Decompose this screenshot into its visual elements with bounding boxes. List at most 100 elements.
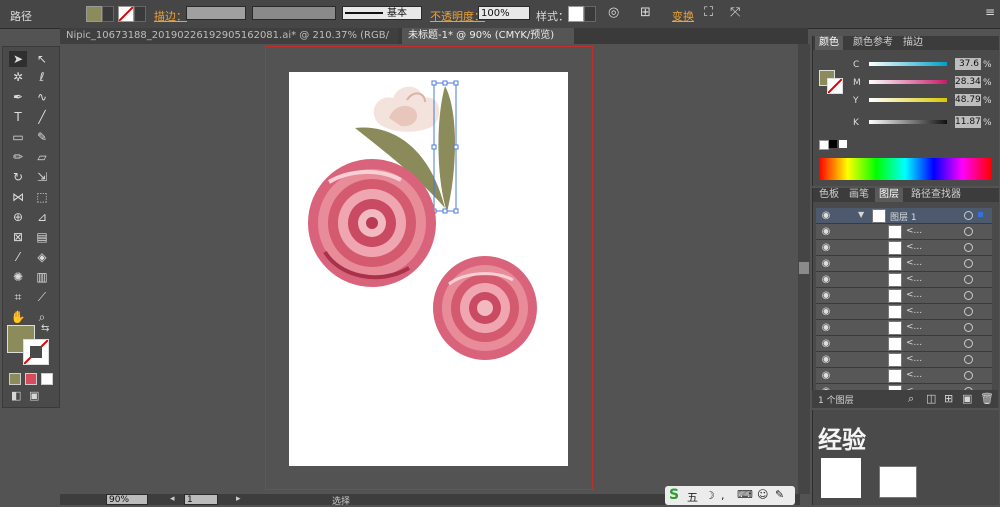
document-tab-1[interactable]: Nipic_10673188_20190226192905162081.ai* … <box>60 28 398 57</box>
yellow-value[interactable]: 48.79 <box>955 94 981 106</box>
sublayer-name[interactable]: <... <box>906 322 922 332</box>
eye-icon[interactable]: ◉ <box>820 288 832 303</box>
graphic-style-dropdown[interactable] <box>584 6 596 22</box>
new-layer-icon[interactable]: ▣ <box>962 392 972 405</box>
sublayer-row[interactable]: ◉ <... <box>816 320 992 336</box>
none-color-button[interactable] <box>819 140 829 150</box>
symbol-sprayer-tool-icon[interactable]: ✺ <box>9 269 27 285</box>
sublayer-name[interactable]: <... <box>906 354 922 364</box>
layer-name[interactable]: 图层 1 <box>890 210 917 223</box>
transform-label[interactable]: 变换 <box>672 8 694 24</box>
scrollbar-thumb[interactable] <box>799 262 809 274</box>
artboard-number-field[interactable]: 1 <box>184 494 218 505</box>
eraser-tool-icon[interactable]: ▱ <box>33 149 51 165</box>
next-artboard-icon[interactable]: ▸ <box>236 494 241 504</box>
pencil-tool-icon[interactable]: ✏ <box>9 149 27 165</box>
eye-icon[interactable]: ◉ <box>820 320 832 335</box>
sublayer-name[interactable]: <... <box>906 338 922 348</box>
rectangle-tool-icon[interactable]: ▭ <box>9 129 27 145</box>
lasso-tool-icon[interactable]: ℓ <box>33 69 51 85</box>
cyan-slider-row[interactable]: C 37.6 % <box>853 58 993 76</box>
vertical-scrollbar[interactable] <box>798 44 810 494</box>
sublayer-row[interactable]: ◉ <... <box>816 288 992 304</box>
pen-tool-icon[interactable]: ✒ <box>9 89 27 105</box>
yellow-slider-row[interactable]: Y 48.79 % <box>853 94 993 112</box>
cyan-slider[interactable] <box>869 62 947 66</box>
swap-colors-icon[interactable]: ⇆ <box>41 323 49 334</box>
shape-builder-tool-icon[interactable]: ⊕ <box>9 209 27 225</box>
eye-icon[interactable]: ◉ <box>820 368 832 383</box>
white-blossom[interactable] <box>373 86 440 132</box>
target-icon[interactable] <box>964 339 973 348</box>
sublayer-row[interactable]: ◉ <... <box>816 224 992 240</box>
input-mode-label[interactable]: 五 <box>687 489 698 505</box>
target-icon[interactable] <box>964 323 973 332</box>
gradient-tool-icon[interactable]: ▤ <box>33 229 51 245</box>
sublayer-row[interactable]: ◉ <... <box>816 368 992 384</box>
yellow-slider[interactable] <box>869 98 947 102</box>
moon-icon[interactable]: ☽ <box>705 489 715 502</box>
mask-thumbnail[interactable] <box>879 466 917 498</box>
tab-swatches[interactable]: 色板 <box>815 188 843 202</box>
sublayer-row[interactable]: ◉ <... <box>816 336 992 352</box>
eye-icon[interactable]: ◉ <box>820 240 832 255</box>
rotate-tool-icon[interactable]: ↻ <box>9 169 27 185</box>
stroke-color-box[interactable] <box>23 339 49 365</box>
delete-layer-icon[interactable]: 🗑 <box>980 392 994 405</box>
tab-pathfinder[interactable]: 路径查找器 <box>907 188 965 202</box>
blend-tool-icon[interactable]: ◈ <box>33 249 51 265</box>
target-icon[interactable] <box>964 307 973 316</box>
large-rose[interactable] <box>308 159 436 287</box>
target-icon[interactable] <box>964 291 973 300</box>
magenta-slider[interactable] <box>869 80 947 84</box>
eye-icon[interactable]: ◉ <box>820 304 832 319</box>
tab-stroke[interactable]: 描边 <box>899 36 927 50</box>
target-icon[interactable] <box>964 371 973 380</box>
width-tool-icon[interactable]: ⋈ <box>9 189 27 205</box>
zoom-field[interactable]: 90% <box>106 494 148 505</box>
make-clipping-mask-icon[interactable]: ◫ <box>926 392 936 405</box>
panel-menu-icon[interactable]: ≡ <box>985 5 995 19</box>
slice-tool-icon[interactable]: ⟋ <box>33 289 51 305</box>
artboard-tool-icon[interactable]: ⌗ <box>9 289 27 305</box>
opacity-label[interactable]: 不透明度： <box>430 8 485 24</box>
target-icon[interactable] <box>964 211 973 220</box>
tools-icon[interactable]: ✎ <box>775 488 784 501</box>
sublayer-name[interactable]: <... <box>906 306 922 316</box>
eye-icon[interactable]: ◉ <box>820 352 832 367</box>
sublayer-row[interactable]: ◉ <... <box>816 352 992 368</box>
sublayer-name[interactable]: <... <box>906 290 922 300</box>
skin-icon[interactable]: ☺ <box>757 488 768 501</box>
draw-mode-icon[interactable]: ◧ <box>11 389 21 402</box>
sublayer-row[interactable]: ◉ <... <box>816 304 992 320</box>
scale-tool-icon[interactable]: ⇲ <box>33 169 51 185</box>
sublayer-row[interactable]: ◉ <... <box>816 240 992 256</box>
sublayer-name[interactable]: <... <box>906 258 922 268</box>
sublayer-row[interactable]: ◉ <... <box>816 272 992 288</box>
screen-mode-icon[interactable]: ▣ <box>29 389 39 402</box>
tab-color-guide[interactable]: 颜色参考 <box>849 36 897 50</box>
curvature-tool-icon[interactable]: ∿ <box>33 89 51 105</box>
sublayer-name[interactable]: <... <box>906 226 922 236</box>
stroke-dropdown[interactable] <box>134 6 146 22</box>
black-value[interactable]: 11.87 <box>955 116 981 128</box>
eye-icon[interactable]: ◉ <box>820 336 832 351</box>
layer-1-row[interactable]: ◉ ▼ 图层 1 <box>816 208 992 224</box>
artwork[interactable] <box>289 72 568 466</box>
color-mode-icon[interactable] <box>9 373 21 385</box>
gradient-mode-icon[interactable] <box>25 373 37 385</box>
collapse-arrow-icon[interactable]: ▼ <box>858 210 864 219</box>
black-color-button[interactable] <box>829 140 837 148</box>
stroke-label[interactable]: 描边： <box>154 8 187 24</box>
target-icon[interactable] <box>964 227 973 236</box>
tab-color[interactable]: 颜色 <box>815 36 843 50</box>
eye-icon[interactable]: ◉ <box>820 256 832 271</box>
magenta-value[interactable]: 28.34 <box>955 76 981 88</box>
graphic-style-swatch[interactable] <box>568 6 584 22</box>
recolor-icon[interactable]: ◎ <box>608 5 619 20</box>
black-slider[interactable] <box>869 120 947 124</box>
sublayer-name[interactable]: <... <box>906 274 922 284</box>
sogou-icon[interactable]: S <box>669 487 679 503</box>
fill-dropdown[interactable] <box>102 6 114 22</box>
sublayer-name[interactable]: <... <box>906 370 922 380</box>
